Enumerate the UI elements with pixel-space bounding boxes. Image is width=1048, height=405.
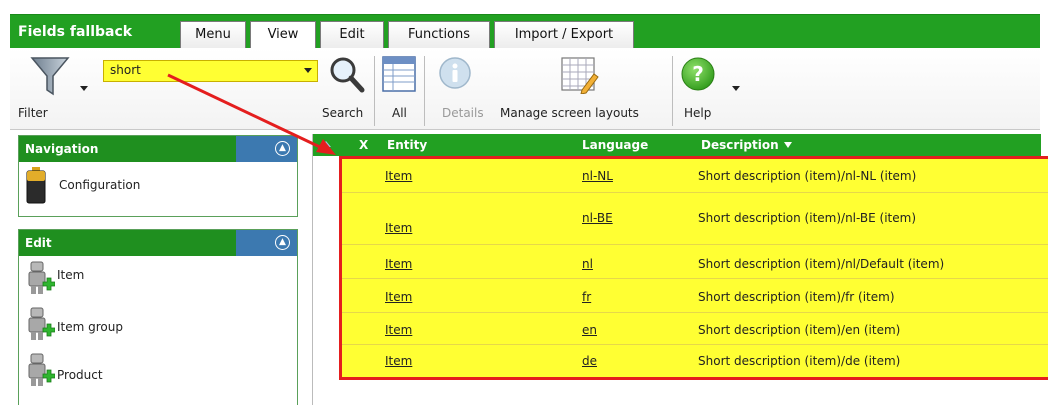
details-label: Details	[442, 106, 484, 120]
filter-label: Filter	[18, 106, 48, 120]
robot-add-icon	[28, 353, 55, 386]
table-icon	[382, 56, 416, 92]
filter-input[interactable]: short	[103, 60, 318, 82]
description-cell: Short description (item)/nl-BE (item)	[698, 211, 917, 225]
nav-item-configuration-label: Configuration	[59, 178, 141, 192]
edit-item-item-group[interactable]: Item group	[19, 302, 297, 348]
sort-up-icon[interactable]	[321, 141, 331, 147]
tab-view-label: View	[267, 27, 299, 42]
language-link[interactable]: de	[582, 354, 597, 368]
edit-item-item-group-label: Item group	[57, 320, 123, 334]
description-cell: Short description (item)/de (item)	[698, 354, 901, 368]
navigation-panel-header: Navigation ▲	[19, 136, 297, 162]
search-button[interactable]: Search	[322, 54, 374, 124]
language-link[interactable]: nl-NL	[582, 169, 613, 183]
help-label: Help	[684, 106, 712, 120]
description-cell: Short description (item)/nl-NL (item)	[698, 169, 917, 183]
edit-item-product-label: Product	[57, 368, 103, 382]
row-selector-column	[313, 156, 339, 405]
language-link[interactable]: nl	[582, 257, 593, 271]
entity-link[interactable]: Item	[385, 257, 412, 271]
battery-icon	[26, 167, 46, 204]
toolbar-divider	[424, 56, 425, 126]
language-link[interactable]: en	[582, 323, 597, 337]
column-header-entity[interactable]: Entity	[387, 138, 427, 152]
toolbar-divider	[672, 56, 673, 126]
filter-funnel-icon	[30, 57, 70, 96]
chevron-down-icon	[304, 68, 312, 73]
tab-view[interactable]: View	[250, 21, 316, 50]
results-grid: X Entity Language Description Item nl-NL…	[312, 134, 1048, 405]
description-cell: Short description (item)/nl/Default (ite…	[698, 257, 945, 271]
navigation-panel: Navigation ▲ Configuration	[18, 135, 298, 217]
edit-item-item[interactable]: Item	[19, 256, 297, 302]
tab-import-export[interactable]: Import / Export	[494, 21, 634, 49]
edit-item-item-label: Item	[57, 268, 85, 282]
highlighted-result-rows: Item nl-NL Short description (item)/nl-N…	[339, 156, 1048, 380]
column-header-x[interactable]: X	[359, 138, 368, 152]
navigation-panel-title: Navigation	[25, 142, 99, 156]
language-link[interactable]: nl-BE	[582, 211, 613, 225]
language-link[interactable]: fr	[582, 290, 591, 304]
description-cell: Short description (item)/fr (item)	[698, 290, 895, 304]
app-title: Fields fallback	[18, 24, 133, 40]
filter-dropdown-icon	[80, 86, 88, 91]
help-icon: ?	[681, 57, 715, 91]
edit-panel-header: Edit ▲	[19, 230, 297, 256]
edit-panel-title: Edit	[25, 236, 52, 250]
layout-edit-icon	[561, 57, 599, 94]
column-header-description[interactable]: Description	[701, 138, 792, 152]
tab-menu-label: Menu	[195, 27, 231, 42]
entity-link[interactable]: Item	[385, 221, 412, 235]
help-button[interactable]: ? Help	[678, 54, 748, 124]
grid-header: X Entity Language Description	[313, 134, 1041, 156]
sort-down-icon	[783, 142, 792, 148]
nav-item-configuration[interactable]: Configuration	[19, 162, 297, 208]
collapse-icon[interactable]: ▲	[275, 235, 290, 250]
table-row[interactable]: Item en Short description (item)/en (ite…	[342, 313, 1048, 345]
tab-import-export-label: Import / Export	[514, 27, 614, 42]
column-header-language[interactable]: Language	[582, 138, 648, 152]
column-header-description-label: Description	[701, 138, 779, 152]
toolbar-divider	[374, 56, 375, 126]
help-dropdown-icon	[732, 86, 740, 91]
table-row[interactable]: Item nl Short description (item)/nl/Defa…	[342, 245, 1048, 279]
search-label: Search	[322, 106, 364, 120]
entity-link[interactable]: Item	[385, 169, 412, 183]
manage-screen-layouts-label: Manage screen layouts	[500, 106, 639, 120]
manage-screen-layouts-button[interactable]: Manage screen layouts	[500, 54, 668, 124]
table-row[interactable]: Item fr Short description (item)/fr (ite…	[342, 279, 1048, 313]
tab-functions[interactable]: Functions	[388, 21, 490, 49]
table-row[interactable]: Item de Short description (item)/de (ite…	[342, 345, 1048, 377]
tab-edit[interactable]: Edit	[320, 21, 384, 49]
robot-add-icon	[28, 307, 55, 340]
filter-button[interactable]: Filter	[18, 54, 88, 124]
table-row[interactable]: Item nl-BE Short description (item)/nl-B…	[342, 193, 1048, 245]
all-label: All	[392, 106, 407, 120]
tab-menu[interactable]: Menu	[180, 21, 246, 49]
collapse-icon[interactable]: ▲	[275, 141, 290, 156]
search-icon	[330, 57, 365, 93]
details-button[interactable]: Details	[430, 54, 484, 124]
filter-input-value: short	[110, 63, 141, 77]
edit-item-product[interactable]: Product	[19, 348, 297, 394]
edit-panel: Edit ▲ Item Item group Product	[18, 229, 298, 405]
entity-link[interactable]: Item	[385, 354, 412, 368]
robot-add-icon	[28, 261, 55, 294]
all-button[interactable]: All	[380, 54, 420, 124]
entity-link[interactable]: Item	[385, 290, 412, 304]
entity-link[interactable]: Item	[385, 323, 412, 337]
title-bar: Fields fallback Menu View Edit Functions…	[10, 14, 1040, 50]
tab-edit-label: Edit	[339, 27, 365, 42]
tab-functions-label: Functions	[407, 27, 471, 42]
table-row[interactable]: Item nl-NL Short description (item)/nl-N…	[342, 159, 1048, 193]
info-icon	[439, 57, 471, 89]
svg-text:?: ?	[692, 62, 704, 86]
description-cell: Short description (item)/en (item)	[698, 323, 901, 337]
